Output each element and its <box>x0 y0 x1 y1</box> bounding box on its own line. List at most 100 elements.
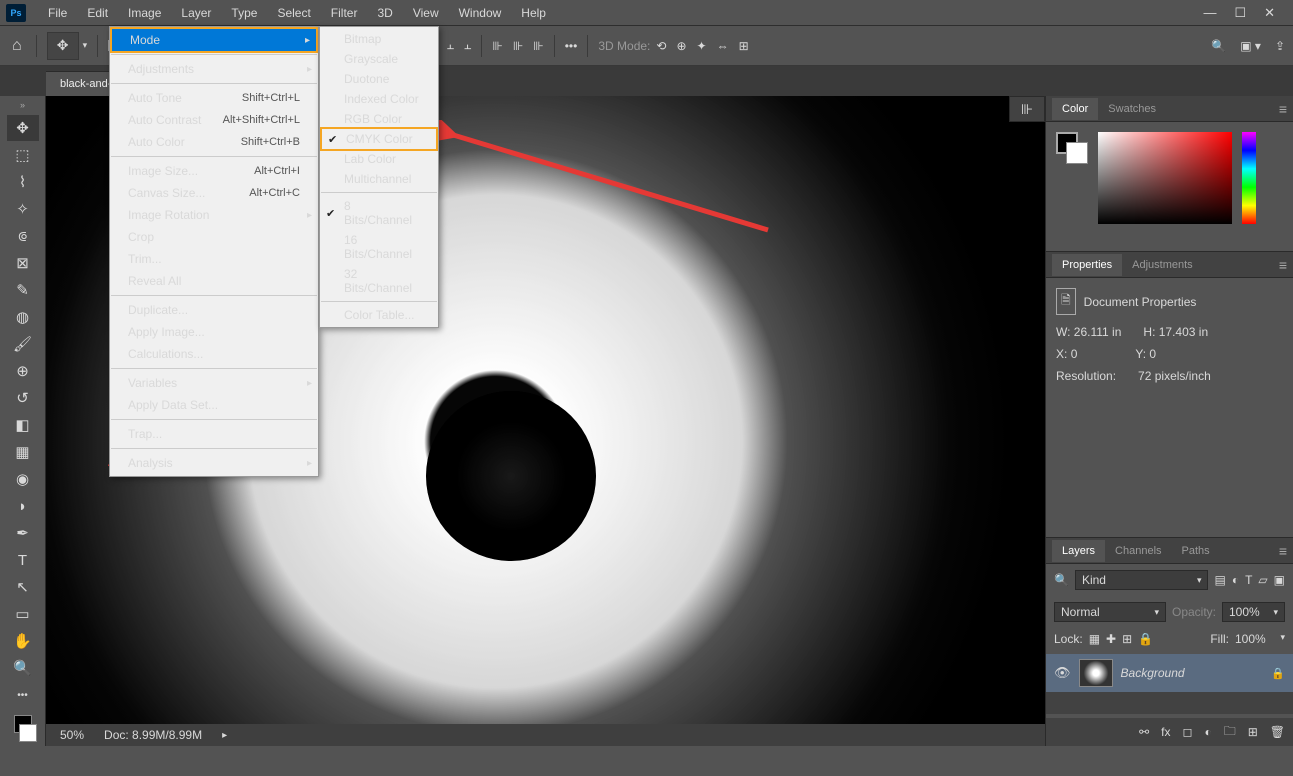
healing-brush-tool[interactable]: ◍ <box>7 304 39 330</box>
menu-filter[interactable]: Filter <box>321 2 368 24</box>
blend-mode-select[interactable]: Normal▾ <box>1054 602 1166 622</box>
clone-stamp-tool[interactable]: ⊕ <box>7 358 39 384</box>
crop-tool[interactable]: ⟃ <box>7 223 39 249</box>
menu-item-reveal-all[interactable]: Reveal All <box>110 270 318 292</box>
adjustment-layer-icon[interactable]: ◐ <box>1204 725 1211 739</box>
panel-menu-icon[interactable]: ≡ <box>1279 101 1287 117</box>
lock-pixels-icon[interactable]: ▦ <box>1089 632 1100 646</box>
brush-tool[interactable]: 🖌 <box>7 331 39 357</box>
pen-tool[interactable]: ✒ <box>7 520 39 546</box>
mode-item-lab-color[interactable]: Lab Color <box>320 149 438 169</box>
menu-help[interactable]: Help <box>511 2 556 24</box>
dodge-tool[interactable]: ◗ <box>7 493 39 519</box>
move-tool[interactable]: ✥ <box>7 115 39 141</box>
menu-image[interactable]: Image <box>118 2 171 24</box>
eraser-tool[interactable]: ◧ <box>7 412 39 438</box>
eyedropper-tool[interactable]: ✎ <box>7 277 39 303</box>
home-icon[interactable]: ⌂ <box>8 33 26 59</box>
filter-adjust-icon[interactable]: ◐ <box>1232 573 1239 587</box>
tool-preset-chevron[interactable]: ▾ <box>83 40 88 51</box>
tab-channels[interactable]: Channels <box>1105 540 1171 562</box>
marquee-tool[interactable]: ⬚ <box>7 142 39 168</box>
menu-item-trim-[interactable]: Trim... <box>110 248 318 270</box>
panel-menu-icon[interactable]: ≡ <box>1279 257 1287 273</box>
mode-item-multichannel[interactable]: Multichannel <box>320 169 438 189</box>
tab-properties[interactable]: Properties <box>1052 254 1122 276</box>
filter-pixel-icon[interactable]: ▤ <box>1214 573 1225 587</box>
menu-item-apply-image-[interactable]: Apply Image... <box>110 321 318 343</box>
lock-all-icon[interactable]: 🔒 <box>1138 632 1153 646</box>
collapsed-panel-icon[interactable]: ⊪ <box>1009 96 1045 122</box>
visibility-icon[interactable]: 👁 <box>1054 665 1071 681</box>
share-icon[interactable]: ⇪ <box>1275 39 1285 53</box>
color-bg-swatch[interactable] <box>1066 142 1088 164</box>
tab-layers[interactable]: Layers <box>1052 540 1105 562</box>
menu-view[interactable]: View <box>403 2 449 24</box>
filter-smart-icon[interactable]: ▣ <box>1274 573 1285 587</box>
distribute-icons[interactable]: ⊪⊪⊪ <box>492 39 543 53</box>
menu-item-image-size-[interactable]: Image Size...Alt+Ctrl+I <box>110 160 318 182</box>
mode-item-grayscale[interactable]: Grayscale <box>320 49 438 69</box>
rectangle-tool[interactable]: ▭ <box>7 601 39 627</box>
filter-kind-icon[interactable]: 🔍 <box>1054 573 1069 587</box>
lock-artboard-icon[interactable]: ⊞ <box>1122 632 1132 646</box>
lock-icon[interactable]: 🔒 <box>1271 667 1285 680</box>
edit-toolbar-icon[interactable]: ••• <box>7 682 39 708</box>
menu-window[interactable]: Window <box>449 2 512 24</box>
color-field[interactable] <box>1098 132 1232 224</box>
layer-style-icon[interactable]: fx <box>1161 725 1170 739</box>
path-select-tool[interactable]: ↖ <box>7 574 39 600</box>
menu-select[interactable]: Select <box>267 2 320 24</box>
zoom-level[interactable]: 50% <box>60 728 84 742</box>
lasso-tool[interactable]: ⌇ <box>7 169 39 195</box>
opacity-input[interactable]: 100%▾ <box>1222 602 1285 622</box>
menu-item-adjustments[interactable]: Adjustments▸ <box>110 58 318 80</box>
minimize-button[interactable]: — <box>1203 5 1216 21</box>
status-chevron-icon[interactable]: ▸ <box>222 730 227 741</box>
layer-thumbnail[interactable] <box>1079 659 1113 687</box>
hand-tool[interactable]: ✋ <box>7 628 39 654</box>
group-icon[interactable]: 🗀 <box>1224 722 1236 743</box>
filter-kind-select[interactable]: Kind▾ <box>1075 570 1209 590</box>
mode-item-indexed-color[interactable]: Indexed Color <box>320 89 438 109</box>
active-tool-icon[interactable]: ✥ <box>47 32 79 60</box>
delete-layer-icon[interactable]: 🗑 <box>1270 725 1285 739</box>
maximize-button[interactable]: ☐ <box>1234 5 1246 21</box>
mode-item-8-bits-channel[interactable]: ✔8 Bits/Channel <box>320 196 438 230</box>
tab-color[interactable]: Color <box>1052 98 1098 120</box>
background-color[interactable] <box>19 724 37 742</box>
3d-mode-icons[interactable]: ⟲⊕✦⇔⊞ <box>656 39 748 53</box>
menu-item-canvas-size-[interactable]: Canvas Size...Alt+Ctrl+C <box>110 182 318 204</box>
menu-item-trap-[interactable]: Trap... <box>110 423 318 445</box>
history-brush-tool[interactable]: ↺ <box>7 385 39 411</box>
menu-item-auto-contrast[interactable]: Auto ContrastAlt+Shift+Ctrl+L <box>110 109 318 131</box>
link-layers-icon[interactable]: ⚯ <box>1139 725 1149 739</box>
panel-menu-icon[interactable]: ≡ <box>1279 543 1287 559</box>
hue-slider[interactable] <box>1242 132 1256 224</box>
zoom-tool[interactable]: 🔍 <box>7 655 39 681</box>
menu-3d[interactable]: 3D <box>367 2 402 24</box>
tab-adjustments[interactable]: Adjustments <box>1122 254 1203 276</box>
lock-position-icon[interactable]: ✚ <box>1106 632 1116 646</box>
blur-tool[interactable]: ◉ <box>7 466 39 492</box>
search-icon[interactable]: 🔍 <box>1211 39 1226 53</box>
menu-item-crop[interactable]: Crop <box>110 226 318 248</box>
menu-item-mode[interactable]: Mode▸ <box>110 27 318 53</box>
layer-mask-icon[interactable]: ◻ <box>1182 725 1192 739</box>
menu-item-auto-color[interactable]: Auto ColorShift+Ctrl+B <box>110 131 318 153</box>
toolbox-collapse-icon[interactable]: » <box>20 100 25 110</box>
mode-item-rgb-color[interactable]: RGB Color <box>320 109 438 129</box>
menu-file[interactable]: File <box>38 2 77 24</box>
filter-shape-icon[interactable]: ▱ <box>1258 573 1267 587</box>
menu-item-analysis[interactable]: Analysis▸ <box>110 452 318 474</box>
frame-tool[interactable]: ⊠ <box>7 250 39 276</box>
filter-type-icon[interactable]: T <box>1245 573 1252 587</box>
fill-input[interactable]: 100%▾ <box>1235 632 1285 646</box>
menu-item-auto-tone[interactable]: Auto ToneShift+Ctrl+L <box>110 87 318 109</box>
mode-item-16-bits-channel[interactable]: 16 Bits/Channel <box>320 230 438 264</box>
more-icon[interactable]: ••• <box>565 39 578 53</box>
close-button[interactable]: ✕ <box>1264 5 1275 21</box>
menu-item-calculations-[interactable]: Calculations... <box>110 343 318 365</box>
workspace-icon[interactable]: ▣ ▾ <box>1240 39 1261 53</box>
type-tool[interactable]: T <box>7 547 39 573</box>
